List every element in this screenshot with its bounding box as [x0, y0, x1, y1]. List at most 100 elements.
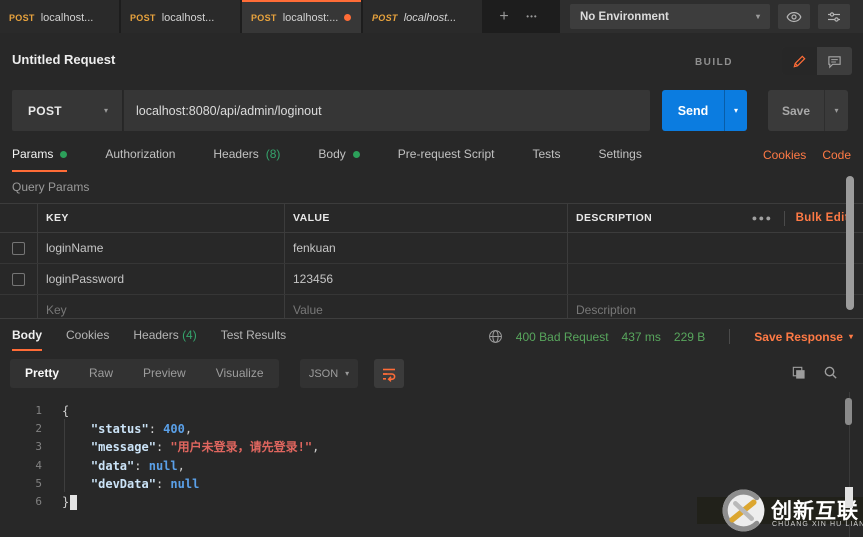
tab-label: Headers — [133, 328, 178, 342]
save-button-label[interactable]: Save — [768, 90, 824, 131]
tab-authorization[interactable]: Authorization — [105, 147, 175, 170]
line-number: 2 — [0, 420, 42, 438]
code-link[interactable]: Code — [822, 148, 851, 162]
response-time[interactable]: 437 ms — [622, 330, 661, 344]
param-value-placeholder[interactable]: Value — [285, 295, 568, 318]
request-tab-4[interactable]: POST localhost... — [363, 0, 482, 33]
chevron-down-icon: ▾ — [849, 332, 853, 341]
response-format-selector[interactable]: JSON ▾ — [300, 359, 358, 388]
tab-prerequest-script[interactable]: Pre-request Script — [398, 147, 495, 170]
code-line: 3 "message": "用户未登录，请先登录!", — [0, 438, 847, 456]
view-visualize[interactable]: Visualize — [201, 359, 279, 388]
format-selected-label: JSON — [309, 368, 338, 380]
line-number: 3 — [0, 438, 42, 456]
edit-mode-button[interactable] — [782, 47, 817, 75]
environment-selector[interactable]: No Environment ▾ — [570, 4, 770, 29]
comments-button[interactable] — [817, 47, 852, 75]
code-segment: "devData" — [91, 475, 156, 493]
code-segment: { — [62, 402, 69, 420]
wrap-text-button[interactable] — [374, 359, 404, 388]
bulk-edit-link[interactable]: Bulk Edit — [796, 212, 849, 224]
select-all-cell — [0, 204, 38, 232]
cookies-link[interactable]: Cookies — [763, 148, 806, 162]
param-key-placeholder[interactable]: Key — [38, 295, 285, 318]
checkbox-cell — [0, 264, 38, 294]
response-tab-test-results[interactable]: Test Results — [221, 328, 286, 351]
column-header-description-label: DESCRIPTION — [576, 212, 652, 224]
chevron-down-icon: ▾ — [345, 369, 349, 378]
send-button-label[interactable]: Send — [662, 90, 724, 131]
search-response-button[interactable] — [823, 365, 838, 380]
request-config-tabs: Params Authorization Headers (8) Body Pr… — [12, 147, 642, 172]
param-description-cell[interactable] — [568, 233, 863, 263]
send-options-button[interactable]: ▾ — [724, 90, 747, 131]
page-scrollbar-thumb[interactable] — [845, 487, 853, 508]
tab-options-button[interactable]: ••• — [518, 0, 546, 33]
row-checkbox[interactable] — [12, 273, 25, 286]
tab-tests[interactable]: Tests — [532, 147, 560, 170]
request-tab-3-active[interactable]: POST localhost:... — [242, 0, 361, 33]
view-preview[interactable]: Preview — [128, 359, 201, 388]
save-options-button[interactable]: ▾ — [824, 90, 848, 131]
params-options-button[interactable]: ●●● — [752, 213, 773, 223]
request-tab-2[interactable]: POST localhost... — [121, 0, 240, 33]
response-tab-headers[interactable]: Headers (4) — [133, 328, 196, 351]
response-tab-cookies[interactable]: Cookies — [66, 328, 109, 351]
chevron-down-icon: ▾ — [756, 12, 760, 21]
copy-response-button[interactable] — [791, 365, 806, 380]
response-size[interactable]: 229 B — [674, 330, 705, 344]
url-input[interactable] — [124, 90, 650, 131]
param-row: loginPassword 123456 — [0, 264, 863, 295]
environment-settings-button[interactable] — [818, 4, 850, 29]
param-row: loginName fenkuan — [0, 233, 863, 264]
tab-body[interactable]: Body — [318, 147, 359, 170]
request-title[interactable]: Untitled Request — [12, 52, 115, 67]
view-pretty[interactable]: Pretty — [10, 359, 74, 388]
method-badge: POST — [9, 13, 35, 23]
checkbox-cell — [0, 295, 38, 318]
param-value-cell[interactable]: fenkuan — [285, 233, 568, 263]
save-response-button[interactable]: Save Response ▾ — [754, 330, 853, 344]
code-segment: null — [149, 457, 178, 475]
request-tab-label: localhost... — [404, 12, 457, 24]
line-number: 4 — [0, 457, 42, 475]
copy-icon — [791, 365, 806, 380]
edit-comment-toggle — [782, 47, 852, 75]
status-badge[interactable]: 400 Bad Request — [516, 330, 609, 344]
code-segment: null — [170, 475, 199, 493]
response-meta: 400 Bad Request 437 ms 229 B Save Respon… — [488, 329, 853, 344]
tab-label: Pre-request Script — [398, 147, 495, 161]
view-raw[interactable]: Raw — [74, 359, 128, 388]
table-header-row: KEY VALUE DESCRIPTION ●●● Bulk Edit — [0, 204, 863, 233]
send-button[interactable]: Send ▾ — [662, 90, 747, 131]
comment-icon — [827, 54, 842, 69]
globe-icon[interactable] — [488, 329, 503, 344]
response-scrollbar-thumb[interactable] — [845, 398, 852, 425]
response-headers-count-badge: (4) — [182, 328, 197, 342]
environment-quick-look-button[interactable] — [778, 4, 810, 29]
response-tab-body[interactable]: Body — [12, 328, 42, 351]
line-number: 1 — [0, 402, 42, 420]
tab-headers[interactable]: Headers (8) — [213, 147, 280, 170]
line-number: 6 — [0, 493, 42, 511]
code-segment: , — [178, 457, 185, 475]
param-key-cell[interactable]: loginName — [38, 233, 285, 263]
method-selector[interactable]: POST ▾ — [12, 90, 123, 131]
save-button[interactable]: Save ▾ — [768, 90, 848, 131]
param-description-cell[interactable] — [568, 264, 863, 294]
param-value-cell[interactable]: 123456 — [285, 264, 568, 294]
code-line: 4 "data": null, — [0, 457, 847, 475]
request-tab-1[interactable]: POST localhost... — [0, 0, 119, 33]
text-cursor — [70, 495, 77, 510]
tab-settings[interactable]: Settings — [599, 147, 642, 170]
row-checkbox[interactable] — [12, 242, 25, 255]
watermark-en-text: CHUANG XIN HU LIAN — [772, 521, 863, 528]
tab-params[interactable]: Params — [12, 147, 67, 172]
param-key-cell[interactable]: loginPassword — [38, 264, 285, 294]
divider — [729, 329, 730, 344]
new-tab-button[interactable]: + — [490, 0, 518, 33]
params-scrollbar-thumb[interactable] — [846, 176, 854, 310]
param-description-placeholder[interactable]: Description — [568, 295, 863, 318]
checkbox-cell — [0, 233, 38, 263]
plus-icon: + — [499, 8, 508, 26]
